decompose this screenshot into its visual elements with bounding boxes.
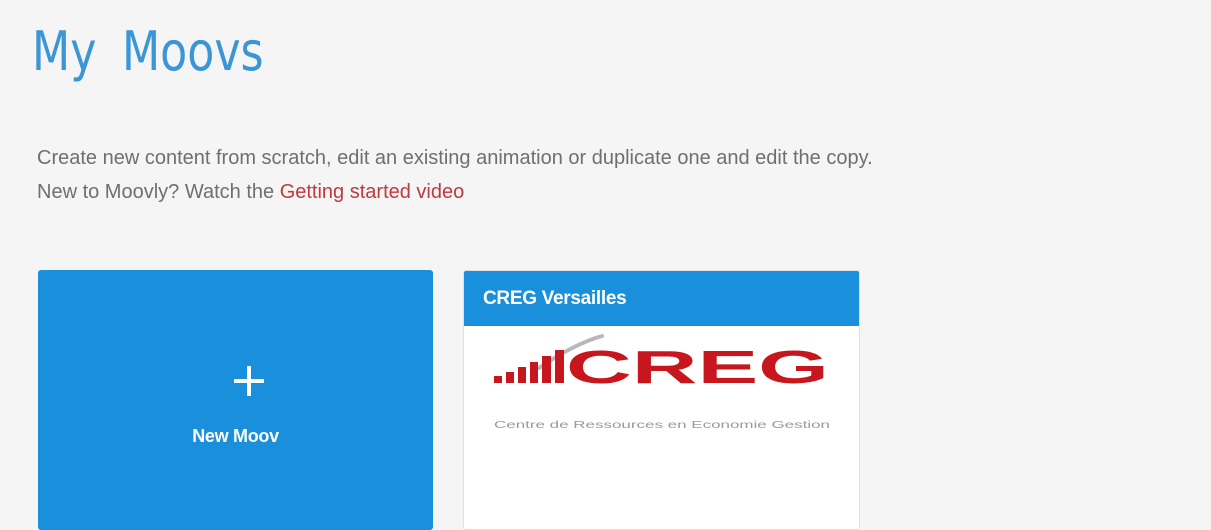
- logo-text: CREG: [566, 341, 829, 393]
- moov-thumbnail[interactable]: CREG Centre de Ressources en Economie Ge…: [464, 326, 859, 529]
- new-moov-label: New Moov: [192, 426, 279, 446]
- intro-line-2-prefix: New to Moovly? Watch the: [37, 181, 280, 203]
- moov-card-title[interactable]: CREG Versailles: [464, 271, 859, 326]
- moov-card[interactable]: CREG Versailles CREG Centre de Ressource…: [463, 270, 860, 530]
- creg-logo: CREG Centre de Ressources en Economie Ge…: [492, 334, 832, 431]
- page-title: My Moovs: [32, 20, 264, 83]
- intro-text: Create new content from scratch, edit an…: [37, 141, 1197, 209]
- plus-icon: [234, 366, 264, 396]
- new-moov-button[interactable]: New Moov: [38, 270, 433, 530]
- logo-subtitle: Centre de Ressources en Economie Gestion: [494, 420, 830, 431]
- intro-line-1: Create new content from scratch, edit an…: [37, 147, 873, 169]
- intro-line-2: New to Moovly? Watch the Getting started…: [37, 175, 1197, 209]
- getting-started-video-link[interactable]: Getting started video: [280, 181, 465, 203]
